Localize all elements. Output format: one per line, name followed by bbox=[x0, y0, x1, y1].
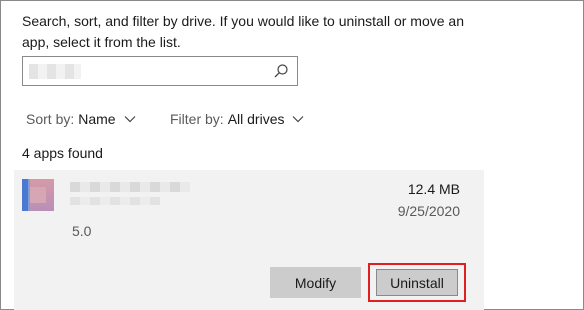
app-publisher-blurred bbox=[70, 197, 160, 205]
modify-button[interactable]: Modify bbox=[270, 267, 361, 298]
chevron-down-icon bbox=[124, 116, 136, 123]
search-text-blurred bbox=[29, 64, 81, 79]
sort-label: Sort by: bbox=[26, 111, 75, 127]
sort-value: Name bbox=[78, 111, 116, 127]
app-name-blurred bbox=[70, 182, 190, 192]
filter-label: Filter by: bbox=[170, 111, 224, 127]
app-list-item[interactable]: 12.4 MB 9/25/2020 5.0 Modify Uninstall bbox=[14, 170, 484, 310]
instructions-text: Search, sort, and filter by drive. If yo… bbox=[22, 13, 464, 50]
filter-value: All drives bbox=[227, 111, 285, 127]
app-version: 5.0 bbox=[72, 223, 92, 239]
app-size: 12.4 MB bbox=[407, 181, 460, 197]
chevron-down-icon bbox=[293, 116, 304, 123]
app-icon bbox=[22, 179, 54, 211]
uninstall-highlight: Uninstall bbox=[368, 263, 466, 302]
apps-count: 4 apps found bbox=[22, 145, 103, 161]
filter-dropdown[interactable]: Filter by: All drives bbox=[170, 109, 304, 129]
sort-dropdown[interactable]: Sort by: Name bbox=[26, 109, 136, 129]
app-install-date: 9/25/2020 bbox=[397, 203, 460, 219]
search-icon bbox=[274, 64, 288, 78]
uninstall-button[interactable]: Uninstall bbox=[376, 269, 458, 296]
search-input[interactable] bbox=[22, 56, 298, 86]
